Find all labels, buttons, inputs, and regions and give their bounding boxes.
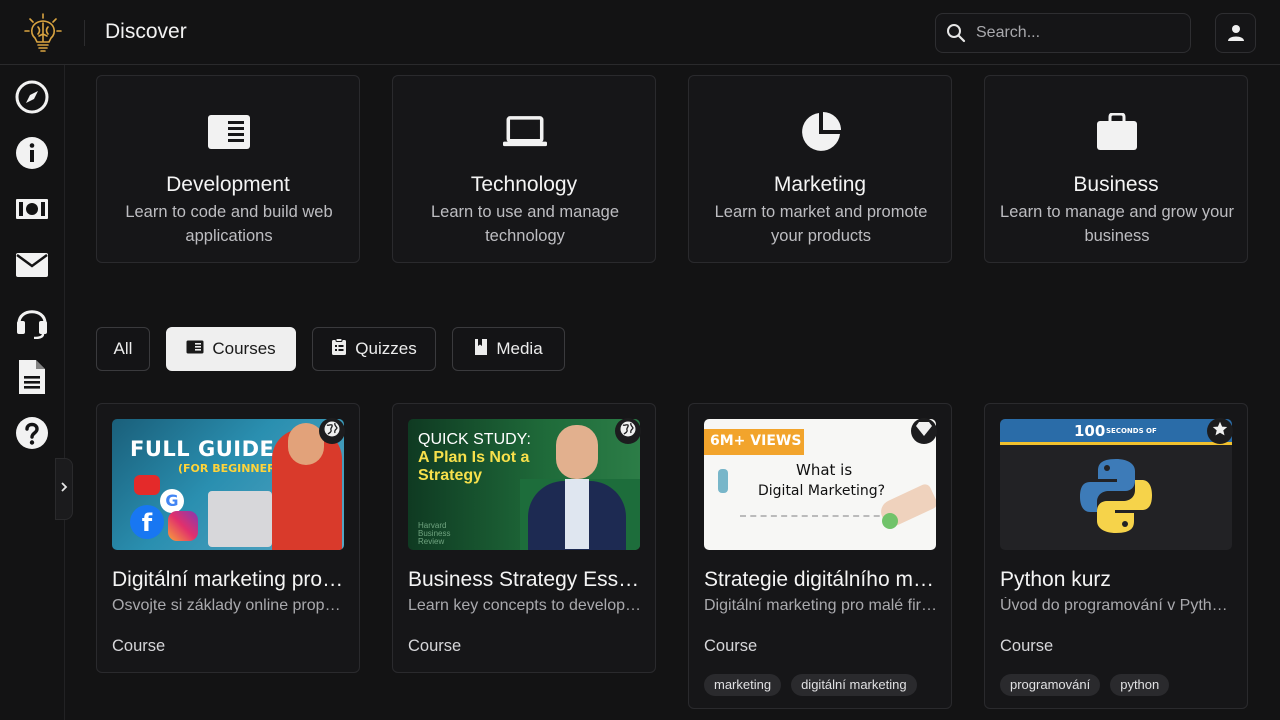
youtube-icon	[134, 475, 160, 495]
category-title: Development	[166, 173, 290, 196]
top-bar: Discover Search...	[0, 0, 1280, 65]
course-description: Úvod do programování v Pythonu	[1000, 597, 1236, 614]
logo-icon[interactable]	[22, 12, 64, 54]
doodle-figure	[718, 469, 728, 493]
course-thumbnail: QUICK STUDY: A Plan Is Not a Strategy Ha…	[408, 419, 640, 550]
course-thumbnail: FULL GUIDE (FOR BEGINNERS) G f	[112, 419, 344, 550]
course-type: Course	[704, 637, 758, 655]
category-card-marketing[interactable]: Marketing Learn to market and promote yo…	[688, 75, 952, 263]
category-card-business[interactable]: Business Learn to manage and grow your b…	[984, 75, 1248, 263]
thumbnail-subline: What is	[796, 461, 853, 479]
category-description: Learn to manage and grow your business	[1000, 203, 1234, 245]
visibility-badge	[911, 418, 937, 444]
presenter-shirt	[565, 479, 589, 549]
filter-label: Courses	[212, 339, 276, 358]
topbar-divider	[84, 20, 85, 46]
search-input[interactable]: Search...	[976, 24, 1040, 42]
doodle-figure-green	[882, 513, 898, 529]
google-icon: G	[160, 489, 184, 513]
course-description: Osvojte si základy online propagace	[112, 597, 348, 614]
visibility-badge	[319, 418, 345, 444]
money-icon[interactable]	[14, 191, 50, 227]
tag[interactable]: marketing	[704, 674, 782, 696]
tag[interactable]: programování	[1000, 674, 1101, 696]
newspaper-icon	[186, 339, 204, 359]
course-type: Course	[112, 637, 166, 655]
sidebar	[0, 65, 73, 720]
course-card[interactable]: 6M+ VIEWS What is Digital Marketing? Str…	[688, 403, 952, 709]
filter-label: Quizzes	[355, 339, 417, 358]
laptop-icon	[503, 110, 547, 154]
presenter-head	[556, 425, 598, 479]
tag[interactable]: digitální marketing	[791, 674, 917, 696]
category-title: Technology	[470, 173, 578, 196]
visibility-badge	[1207, 418, 1233, 444]
category-card-development[interactable]: Development Learn to code and build web …	[96, 75, 360, 263]
filter-quizzes[interactable]: Quizzes	[312, 327, 436, 371]
thumbnail-caption: Digital Marketing?	[758, 483, 886, 499]
globe-icon	[323, 420, 341, 443]
thumbnail-headline: 100	[1074, 422, 1106, 440]
document-icon[interactable]	[14, 359, 50, 395]
course-thumbnail: 6M+ VIEWS What is Digital Marketing?	[704, 419, 936, 550]
course-type: Course	[1000, 637, 1054, 655]
course-title: Strategie digitálního marketingu	[704, 568, 940, 591]
tag[interactable]: python	[1110, 674, 1170, 696]
course-title: Python kurz	[1000, 568, 1111, 591]
course-type: Course	[408, 637, 462, 655]
category-description: Learn to code and build web applications	[125, 203, 333, 245]
thumbnail-headline: QUICK STUDY:	[418, 431, 531, 448]
globe-icon	[619, 420, 637, 443]
chevron-right-icon	[59, 480, 69, 498]
search-box[interactable]: Search...	[935, 13, 1191, 53]
compass-icon[interactable]	[14, 79, 50, 115]
course-thumbnail: 100 SECONDS OF	[1000, 419, 1232, 550]
python-logo-icon	[1078, 457, 1154, 535]
pie-chart-icon	[799, 110, 843, 154]
filter-all[interactable]: All	[96, 327, 150, 371]
doodle-line	[740, 515, 890, 525]
thumbnail-subline: SECONDS OF	[1106, 427, 1157, 435]
star-icon	[1212, 421, 1228, 442]
filter-label: All	[113, 339, 133, 358]
filter-label: Media	[496, 339, 543, 358]
mail-icon[interactable]	[14, 247, 50, 283]
tag-list: programování python	[1000, 674, 1170, 696]
course-description: Learn key concepts to develop a strategy	[408, 597, 644, 614]
category-description: Learn to use and manage technology	[430, 203, 620, 245]
course-card[interactable]: QUICK STUDY: A Plan Is Not a Strategy Ha…	[392, 403, 656, 673]
thumbnail-subline: A Plan Is Not a Strategy	[418, 449, 530, 484]
help-icon[interactable]	[14, 415, 50, 451]
user-button[interactable]	[1215, 13, 1256, 53]
filter-courses[interactable]: Courses	[166, 327, 296, 371]
instagram-icon	[168, 511, 198, 541]
diamond-icon	[915, 421, 933, 442]
clipboard-icon	[331, 337, 347, 361]
category-card-technology[interactable]: Technology Learn to use and manage techn…	[392, 75, 656, 263]
briefcase-icon	[1095, 110, 1139, 154]
course-title: Business Strategy Essentials	[408, 568, 644, 591]
category-title: Business	[1073, 173, 1159, 196]
course-title: Digitální marketing pro začátečníky	[112, 568, 348, 591]
page-title: Discover	[105, 20, 187, 43]
info-icon[interactable]	[14, 135, 50, 171]
laptop-image	[208, 491, 272, 547]
headset-icon[interactable]	[14, 303, 50, 339]
sidebar-collapse-toggle[interactable]	[55, 458, 73, 520]
filter-media[interactable]: Media	[452, 327, 565, 371]
category-description: Learn to market and promote your product…	[714, 203, 928, 245]
category-title: Marketing	[773, 173, 867, 196]
tag-list: marketing digitální marketing	[704, 674, 917, 696]
thumbnail-brand: Harvard Business Review	[418, 521, 451, 546]
bookmark-icon	[474, 338, 488, 361]
visibility-badge	[615, 418, 641, 444]
facebook-icon: f	[130, 505, 164, 539]
course-card[interactable]: FULL GUIDE (FOR BEGINNERS) G f Digitální…	[96, 403, 360, 673]
thumbnail-headline: FULL GUIDE	[130, 437, 275, 461]
newspaper-icon	[207, 110, 251, 154]
thumbnail-headline: 6M+ VIEWS	[710, 433, 802, 449]
course-description: Digitální marketing pro malé firmy	[704, 597, 940, 614]
course-card[interactable]: 100 SECONDS OF Python kurz Úvod do progr…	[984, 403, 1248, 709]
search-icon	[946, 23, 966, 43]
